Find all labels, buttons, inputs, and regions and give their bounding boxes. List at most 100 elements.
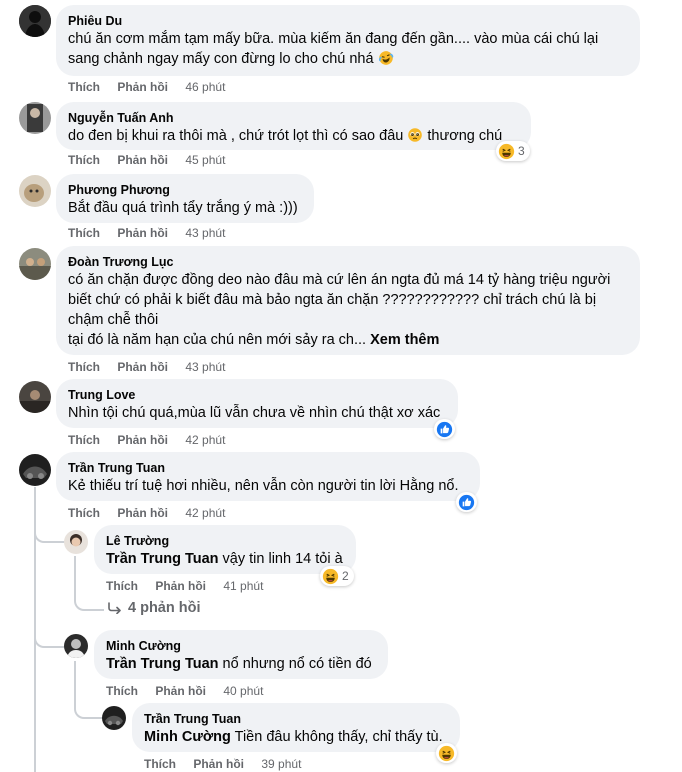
comment-author[interactable]: Đoàn Trương Lục (68, 254, 628, 270)
reaction-badge[interactable]: 3 (496, 141, 530, 161)
reply-author[interactable]: Lê Trường (106, 533, 344, 549)
reaction-badge[interactable] (436, 743, 457, 763)
reaction-badge[interactable] (456, 492, 477, 512)
comment-actions: Thích Phản hồi 46 phút (68, 79, 225, 95)
comment-text: Nhìn tội chú quá,mùa lũ vẫn chưa về nhìn… (68, 405, 441, 421)
reaction-count: 2 (342, 569, 349, 583)
comment-text: chú ăn cơm mắm tạm mấy bữa. mùa kiếm ăn … (68, 31, 599, 47)
avatar[interactable] (19, 381, 51, 413)
comment-text: có ăn chặn được đồng deo nào đâu mà cứ l… (68, 272, 611, 288)
timestamp[interactable]: 45 phút (185, 153, 225, 167)
like-button[interactable]: Thích (68, 80, 100, 94)
like-button[interactable]: Thích (68, 153, 100, 167)
comment-actions: Thích Phản hồi 42 phút (68, 505, 225, 521)
reply-bubble: Lê Trường Trần Trung Tuan vậy tin linh 1… (94, 525, 356, 574)
reaction-badge[interactable] (434, 419, 455, 439)
timestamp[interactable]: 43 phút (185, 360, 225, 374)
reply-text: Minh Cường Tiền đâu không thấy, chỉ thấy… (144, 729, 443, 745)
like-reaction-icon (436, 421, 453, 438)
thread-connector (74, 697, 104, 719)
reply-button[interactable]: Phản hồi (117, 153, 168, 167)
timestamp[interactable]: 43 phút (185, 226, 225, 240)
like-button[interactable]: Thích (68, 506, 100, 520)
reply-button[interactable]: Phản hồi (117, 80, 168, 94)
reaction-count: 3 (518, 144, 525, 158)
like-button[interactable]: Thích (68, 433, 100, 447)
mention-tag[interactable]: Minh Cường (144, 729, 231, 745)
timestamp[interactable]: 46 phút (185, 80, 225, 94)
haha-reaction-icon (438, 745, 455, 762)
comment-author[interactable]: Phiêu Du (68, 13, 628, 29)
like-button[interactable]: Thích (68, 226, 100, 240)
avatar[interactable] (19, 102, 51, 134)
reply-author[interactable]: Minh Cường (106, 638, 376, 654)
reply-bubble: Trần Trung Tuan Minh Cường Tiền đâu khôn… (132, 703, 460, 752)
comment-author[interactable]: Trần Trung Tuan (68, 460, 468, 476)
pleading-emoji (407, 127, 423, 143)
comment-actions: Thích Phản hồi 43 phút (68, 225, 225, 241)
mention-tag[interactable]: Trần Trung Tuan (106, 656, 219, 672)
view-replies-link[interactable]: 4 phản hồi (108, 600, 201, 616)
reply-button[interactable]: Phản hồi (117, 433, 168, 447)
thread-connector (74, 589, 104, 611)
timestamp[interactable]: 39 phút (261, 757, 301, 771)
like-button[interactable]: Thích (106, 579, 138, 593)
reaction-badge[interactable]: 2 (320, 566, 354, 586)
avatar[interactable] (64, 634, 88, 658)
like-button[interactable]: Thích (68, 360, 100, 374)
comment-bubble: Phương Phương Bắt đầu quá trình tẩy trắn… (56, 174, 314, 223)
comment-bubble: Phiêu Du chú ăn cơm mắm tạm mấy bữa. mùa… (56, 5, 640, 76)
like-button[interactable]: Thích (144, 757, 176, 771)
view-replies-label: 4 phản hồi (128, 600, 201, 616)
like-reaction-icon (458, 494, 475, 511)
reply-actions: Thích Phản hồi 41 phút (106, 578, 263, 594)
avatar[interactable] (19, 454, 51, 486)
timestamp[interactable]: 42 phút (185, 433, 225, 447)
comment-author[interactable]: Phương Phương (68, 182, 302, 198)
reply-button[interactable]: Phản hồi (117, 226, 168, 240)
comment-text: biết chứ có phải k biết đâu mà bảo ngta … (68, 292, 597, 308)
comment-bubble: Trần Trung Tuan Kẻ thiếu trí tuệ hơi nhi… (56, 452, 480, 501)
reply-bubble: Minh Cường Trần Trung Tuan nổ nhưng nổ c… (94, 630, 388, 679)
mention-tag[interactable]: Trần Trung Tuan (106, 551, 219, 567)
reply-text: Trần Trung Tuan vậy tin linh 14 tỏi à (106, 551, 343, 567)
reply-text: Trần Trung Tuan nổ nhưng nổ có tiền đó (106, 656, 372, 672)
comment-actions: Thích Phản hồi 42 phút (68, 432, 225, 448)
comment-author[interactable]: Trung Love (68, 387, 446, 403)
like-button[interactable]: Thích (106, 684, 138, 698)
comment-text: Kẻ thiếu trí tuệ hơi nhiều, nên vẫn còn … (68, 478, 459, 494)
comment-text: chậm chễ thôi (68, 312, 159, 328)
comment-bubble: Nguyễn Tuấn Anh do đen bị khui ra thôi m… (56, 102, 531, 150)
thread-connector (34, 625, 66, 648)
thread-line (74, 661, 76, 701)
avatar[interactable] (19, 175, 51, 207)
reply-button[interactable]: Phản hồi (193, 757, 244, 771)
comment-text: tại đó là năm hạn của chú nên mới sảy ra… (68, 332, 440, 348)
comment-bubble: Đoàn Trương Lục có ăn chặn được đồng deo… (56, 246, 640, 355)
reply-actions: Thích Phản hồi 39 phút (144, 756, 301, 772)
comment-actions: Thích Phản hồi 43 phút (68, 359, 225, 375)
reply-button[interactable]: Phản hồi (117, 360, 168, 374)
see-more-link[interactable]: Xem thêm (370, 332, 439, 348)
reply-button[interactable]: Phản hồi (155, 579, 206, 593)
avatar[interactable] (19, 248, 51, 280)
reply-author[interactable]: Trần Trung Tuan (144, 711, 448, 727)
haha-reaction-icon (322, 568, 339, 585)
reply-button[interactable]: Phản hồi (117, 506, 168, 520)
laugh-cry-emoji (378, 50, 394, 66)
comment-text: do đen bị khui ra thôi mà , chứ trót lọt… (68, 127, 503, 144)
timestamp[interactable]: 41 phút (223, 579, 263, 593)
avatar[interactable] (102, 706, 126, 730)
comment-text: Bắt đầu quá trình tẩy trắng ý mà :))) (68, 200, 298, 216)
avatar[interactable] (19, 5, 51, 37)
timestamp[interactable]: 42 phút (185, 506, 225, 520)
haha-reaction-icon (498, 143, 515, 160)
comment-text: sang chảnh ngay mấy con đừng lo cho chú … (68, 49, 628, 69)
timestamp[interactable]: 40 phút (223, 684, 263, 698)
reply-button[interactable]: Phản hồi (155, 684, 206, 698)
comment-author[interactable]: Nguyễn Tuấn Anh (68, 110, 519, 126)
comment-actions: Thích Phản hồi 45 phút (68, 152, 225, 168)
comment-bubble: Trung Love Nhìn tội chú quá,mùa lũ vẫn c… (56, 379, 458, 428)
thread-connector (34, 522, 66, 543)
avatar[interactable] (64, 530, 88, 554)
